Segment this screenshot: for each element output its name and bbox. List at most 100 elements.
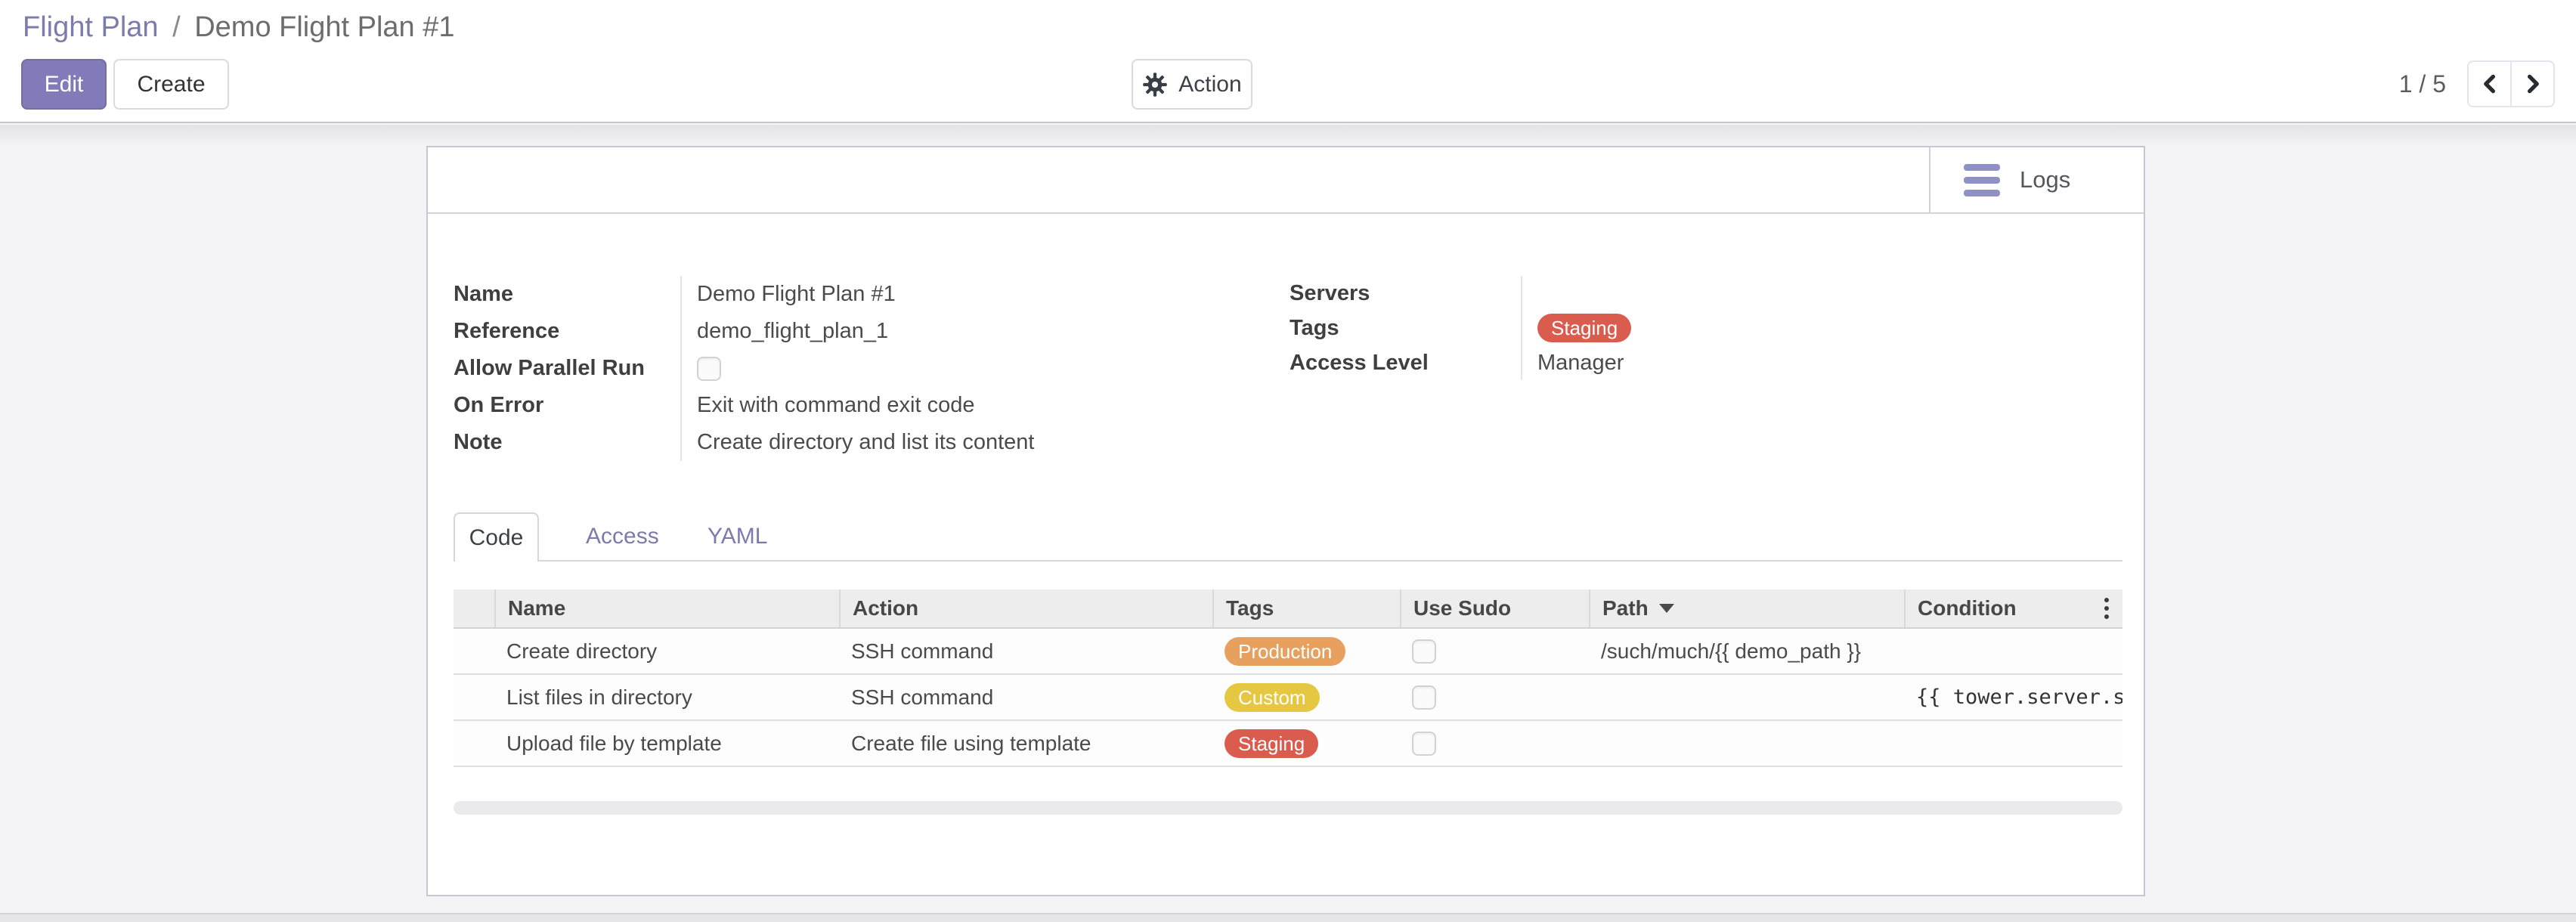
column-header-tags[interactable]: Tags [1212, 589, 1400, 627]
use-sudo-checkbox[interactable] [1412, 732, 1436, 756]
cell-path [1589, 721, 1904, 766]
table-row[interactable]: List files in directory SSH command Cust… [454, 675, 2122, 721]
card-header: Logs [428, 147, 2144, 214]
cell-use-sudo [1400, 629, 1589, 673]
bottom-edge-bar [0, 913, 2576, 922]
logs-list-icon [1964, 164, 2000, 196]
cell-name: List files in directory [494, 675, 839, 719]
column-header-path-label: Path [1602, 596, 1649, 620]
field-group-right: Servers Tags Staging Access Level Manage… [1290, 276, 1970, 380]
cell-use-sudo [1400, 721, 1589, 766]
pager-previous-button[interactable] [2469, 62, 2512, 106]
row-handle-cell [454, 675, 494, 719]
create-button[interactable]: Create [113, 59, 229, 110]
field-label-tags: Tags [1290, 316, 1521, 341]
cell-path [1589, 675, 1904, 719]
tabs-underline [454, 560, 2122, 562]
field-value-servers [1521, 276, 1970, 311]
cell-condition: {{ tower.server.st [1904, 675, 2122, 719]
column-header-condition-label: Condition [1918, 596, 2017, 620]
table-row[interactable]: Create directory SSH command Production … [454, 629, 2122, 675]
sort-desc-icon [1659, 604, 1674, 613]
toolbar-shadow [0, 125, 2576, 147]
table-header-handle [454, 589, 494, 627]
field-row-servers: Servers [1290, 276, 1970, 311]
field-label-servers: Servers [1290, 281, 1521, 306]
cell-action: Create file using template [839, 721, 1212, 766]
tab-yaml[interactable]: YAML [707, 512, 767, 560]
row-handle-cell [454, 721, 494, 766]
cell-condition [1904, 629, 2122, 673]
action-button-label: Action [1178, 72, 1241, 97]
column-header-condition[interactable]: Condition [1904, 589, 2122, 627]
field-row-on-error: On Error Exit with command exit code [454, 387, 1270, 424]
cell-tags: Custom [1212, 675, 1400, 719]
field-label-on-error: On Error [454, 393, 680, 418]
column-header-action[interactable]: Action [839, 589, 1212, 627]
row-handle-cell [454, 629, 494, 673]
pager-next-button[interactable] [2512, 62, 2553, 106]
field-value-on-error: Exit with command exit code [680, 387, 1270, 424]
field-row-name: Name Demo Flight Plan #1 [454, 276, 1270, 313]
notebook-tabs: Code Access YAML [454, 512, 2122, 562]
use-sudo-checkbox[interactable] [1412, 639, 1436, 664]
cell-tags: Production [1212, 629, 1400, 673]
cell-action: SSH command [839, 675, 1212, 719]
field-row-note: Note Create directory and list its conte… [454, 424, 1270, 461]
field-value-reference: demo_flight_plan_1 [680, 313, 1270, 350]
tag-badge-staging: Staging [1537, 314, 1631, 342]
breadcrumb: Flight Plan / Demo Flight Plan #1 [23, 6, 455, 48]
tag-badge-staging: Staging [1225, 729, 1318, 758]
field-row-reference: Reference demo_flight_plan_1 [454, 313, 1270, 350]
tab-access[interactable]: Access [586, 512, 659, 560]
cell-condition [1904, 721, 2122, 766]
table-header-row: Name Action Tags Use Sudo Path Condition [454, 589, 2122, 629]
field-label-reference: Reference [454, 319, 680, 344]
chevron-right-icon [2522, 73, 2543, 94]
field-row-tags: Tags Staging [1290, 311, 1970, 345]
field-group-left: Name Demo Flight Plan #1 Reference demo_… [454, 276, 1270, 461]
tab-code[interactable]: Code [454, 512, 539, 562]
field-value-allow-parallel-run [680, 350, 1270, 387]
field-value-access-level: Manager [1521, 345, 1970, 380]
optional-columns-icon[interactable] [2101, 595, 2112, 622]
allow-parallel-run-checkbox[interactable] [697, 357, 721, 381]
field-label-name: Name [454, 282, 680, 307]
pager-count[interactable]: 1 / 5 [2399, 59, 2446, 110]
column-header-path[interactable]: Path [1589, 589, 1904, 627]
chevron-left-icon [2479, 73, 2500, 94]
column-header-use-sudo[interactable]: Use Sudo [1400, 589, 1589, 627]
top-toolbar: Flight Plan / Demo Flight Plan #1 Edit C… [0, 0, 2576, 123]
breadcrumb-parent-link[interactable]: Flight Plan [23, 11, 159, 43]
commands-table: Name Action Tags Use Sudo Path Condition… [454, 589, 2122, 767]
tag-badge-custom: Custom [1225, 683, 1320, 712]
edit-button[interactable]: Edit [21, 59, 107, 110]
cell-tags: Staging [1212, 721, 1400, 766]
horizontal-scrollbar[interactable] [454, 801, 2122, 815]
field-value-note: Create directory and list its content [680, 424, 1270, 461]
field-row-access-level: Access Level Manager [1290, 345, 1970, 380]
field-value-name: Demo Flight Plan #1 [680, 276, 1270, 313]
logs-stat-button[interactable]: Logs [1929, 147, 2144, 212]
breadcrumb-current: Demo Flight Plan #1 [194, 11, 454, 43]
cell-path: /such/much/{{ demo_path }} [1589, 629, 1904, 673]
field-row-allow-parallel-run: Allow Parallel Run [454, 350, 1270, 387]
tag-badge-production: Production [1225, 637, 1345, 666]
logs-button-label: Logs [2020, 166, 2070, 193]
record-form-card: Logs Name Demo Flight Plan #1 Reference … [426, 146, 2145, 896]
cell-name: Create directory [494, 629, 839, 673]
field-label-access-level: Access Level [1290, 351, 1521, 376]
field-label-allow-parallel-run: Allow Parallel Run [454, 356, 680, 381]
cell-name: Upload file by template [494, 721, 839, 766]
use-sudo-checkbox[interactable] [1412, 685, 1436, 710]
pager-navigation [2467, 60, 2555, 107]
field-value-tags: Staging [1521, 311, 1970, 345]
field-label-note: Note [454, 430, 680, 455]
gear-icon [1142, 72, 1168, 97]
cell-use-sudo [1400, 675, 1589, 719]
cell-action: SSH command [839, 629, 1212, 673]
column-header-name[interactable]: Name [494, 589, 839, 627]
breadcrumb-separator: / [166, 11, 187, 43]
action-menu-button[interactable]: Action [1132, 59, 1252, 110]
table-row[interactable]: Upload file by template Create file usin… [454, 721, 2122, 767]
